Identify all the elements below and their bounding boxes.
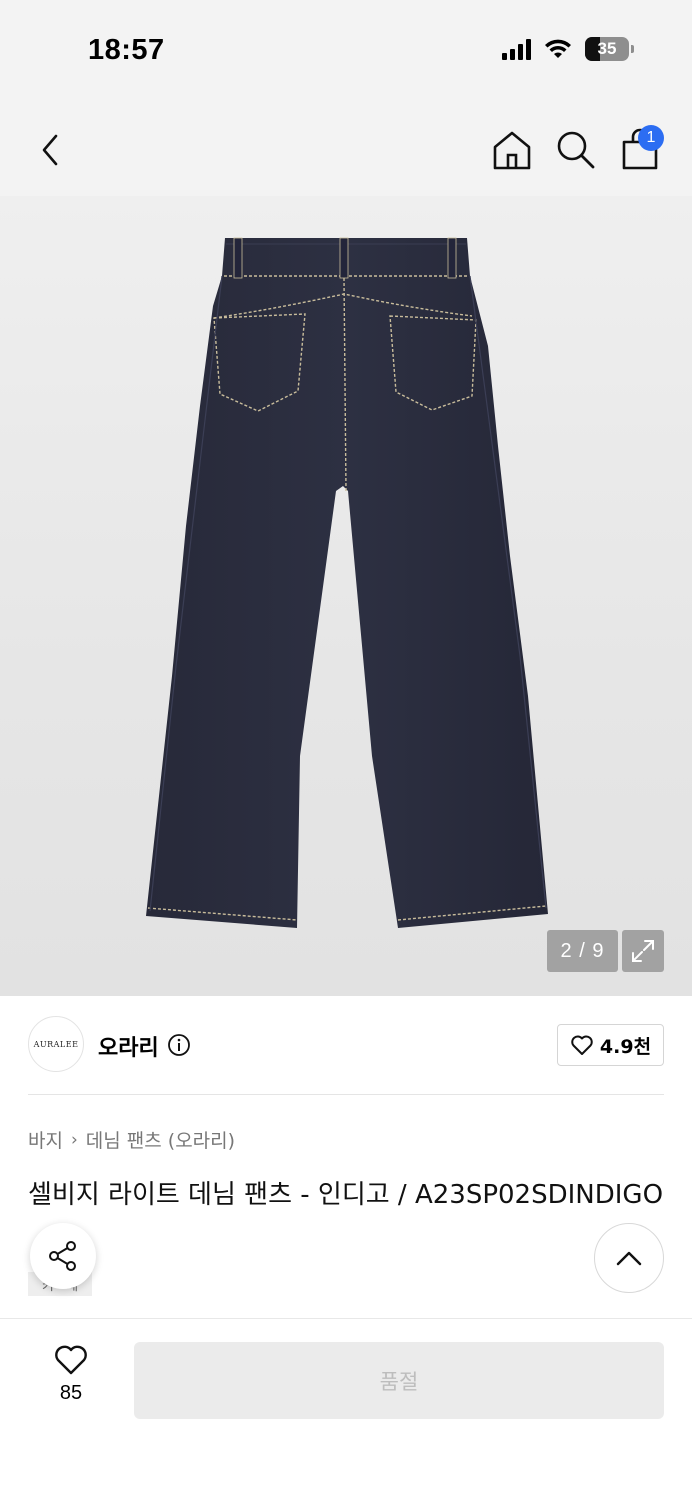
heart-icon [571, 1035, 593, 1055]
share-icon [49, 1241, 76, 1271]
home-button[interactable] [490, 128, 534, 172]
product-image[interactable] [0, 196, 692, 996]
breadcrumb-chevron-icon: › [70, 1129, 78, 1150]
cart-badge: 1 [638, 125, 664, 151]
battery-tip [631, 45, 634, 53]
status-time: 18:57 [88, 34, 165, 66]
signal-icon [502, 38, 531, 60]
breadcrumb-subcategory[interactable]: 데님 팬츠 (오라리) [86, 1126, 235, 1153]
jeans-image [146, 237, 548, 928]
brand-info-button[interactable] [167, 1033, 191, 1057]
breadcrumb-category[interactable]: 바지 [28, 1126, 63, 1153]
brand-like-count: 4.9천 [599, 1035, 652, 1058]
home-icon [493, 131, 531, 170]
brand-like-button[interactable]: 4.9천 [557, 1024, 664, 1066]
battery-level: 35 [597, 39, 617, 58]
image-counter: 2 / 9 [547, 930, 618, 972]
status-bar: 18:57 35 [0, 0, 692, 104]
share-button[interactable] [30, 1223, 96, 1289]
back-chevron-icon [42, 134, 58, 166]
wish-button[interactable]: 85 [40, 1344, 102, 1405]
nav-bar [0, 104, 692, 196]
soldout-button[interactable]: 품절 [134, 1342, 664, 1419]
status-icons: 35 [502, 37, 634, 61]
divider [28, 1094, 664, 1095]
back-button[interactable] [30, 128, 70, 172]
expand-icon [632, 940, 654, 962]
chevron-up-icon [616, 1251, 642, 1266]
wish-count: 85 [59, 1382, 83, 1404]
search-icon [557, 131, 595, 169]
wifi-icon [545, 39, 571, 58]
battery-icon: 35 [585, 37, 629, 61]
heart-icon [55, 1345, 87, 1375]
search-button[interactable] [554, 128, 598, 172]
brand-name[interactable]: 오라리 [98, 1030, 159, 1062]
brand-logo[interactable]: AURALEE [28, 1016, 84, 1072]
breadcrumb: 바지 › 데님 팬츠 (오라리) [28, 1126, 235, 1153]
product-title: 셀비지 라이트 데님 팬츠 - 인디고 / A23SP02SDINDIGO [28, 1180, 664, 1210]
info-icon [168, 1034, 190, 1056]
expand-image-button[interactable] [622, 930, 664, 972]
scroll-top-button[interactable] [594, 1223, 664, 1293]
